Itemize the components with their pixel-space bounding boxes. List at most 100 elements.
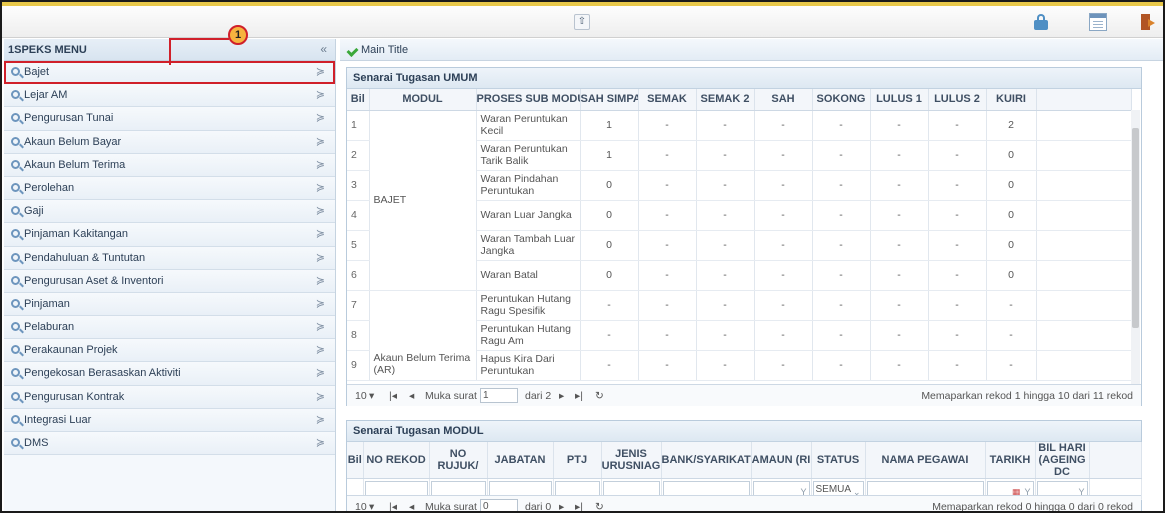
count-cell[interactable]: -	[638, 230, 697, 261]
next-page-icon[interactable]: ▸	[559, 390, 564, 402]
column-header[interactable]: LULUS 2	[928, 89, 987, 111]
count-cell[interactable]: -	[696, 350, 755, 381]
count-cell[interactable]: -	[580, 290, 639, 321]
page-size-select[interactable]: 10	[355, 501, 367, 511]
count-cell[interactable]: -	[870, 320, 929, 351]
count-cell[interactable]: -	[870, 170, 929, 201]
count-cell[interactable]: -	[754, 290, 813, 321]
first-page-icon[interactable]: |◂	[389, 501, 397, 511]
page-size-select[interactable]: 10	[355, 390, 367, 402]
count-cell[interactable]: -	[696, 110, 755, 141]
column-header[interactable]: LULUS 1	[870, 89, 929, 111]
page-number-input[interactable]: 0	[480, 499, 518, 511]
count-cell[interactable]: -	[638, 200, 697, 231]
count-cell[interactable]: -	[580, 350, 639, 381]
count-cell[interactable]: 0	[986, 170, 1037, 201]
chevron-down-icon[interactable]: ≽	[316, 181, 325, 194]
sidebar-item-pinjaman[interactable]: Pinjaman ≽	[4, 292, 335, 317]
prev-page-icon[interactable]: ◂	[409, 501, 414, 511]
count-cell[interactable]: -	[812, 170, 871, 201]
column-header[interactable]: KUIRI	[986, 89, 1037, 111]
count-cell[interactable]: 0	[580, 260, 639, 291]
count-cell[interactable]: -	[580, 320, 639, 351]
column-header[interactable]: MODUL	[369, 89, 477, 111]
count-cell[interactable]: -	[928, 320, 987, 351]
sidebar-item-pengurusan-tunai[interactable]: Pengurusan Tunai ≽	[4, 107, 335, 131]
column-header[interactable]: TARIKH	[985, 442, 1036, 479]
sidebar-item-gaji[interactable]: Gaji ≽	[4, 200, 335, 224]
count-cell[interactable]: 0	[986, 200, 1037, 231]
chevron-down-icon[interactable]: ≽	[316, 88, 325, 101]
chevron-down-icon[interactable]: ≽	[316, 251, 325, 264]
prev-page-icon[interactable]: ◂	[409, 390, 414, 402]
column-header[interactable]: NO RUJUK/	[429, 442, 488, 479]
page-size-dropdown-icon[interactable]: ▾	[369, 390, 374, 402]
sidebar-item-perakaunan-projek[interactable]: Perakaunan Projek ≽	[4, 339, 335, 363]
sidebar-item-lejar-am[interactable]: Lejar AM ≽	[4, 84, 335, 108]
sidebar-collapse-icon[interactable]: «	[320, 42, 327, 56]
chevron-down-icon[interactable]: ≽	[316, 436, 325, 449]
umum-scrollbar[interactable]	[1131, 110, 1140, 384]
column-header[interactable]: SAH	[754, 89, 813, 111]
chevron-down-icon[interactable]: ≽	[316, 366, 325, 379]
count-cell[interactable]: -	[754, 170, 813, 201]
chevron-down-icon[interactable]: ≽	[316, 297, 325, 310]
count-cell[interactable]: -	[754, 350, 813, 381]
count-cell[interactable]: -	[696, 170, 755, 201]
column-header[interactable]: SOKONG	[812, 89, 871, 111]
sidebar-item-pengurusan-kontrak[interactable]: Pengurusan Kontrak ≽	[4, 385, 335, 409]
column-header[interactable]: BIL HARI (AGEING DC	[1035, 442, 1090, 479]
column-header[interactable]: AMAUN (RI	[751, 442, 812, 479]
sidebar-item-akaun-belum-terima[interactable]: Akaun Belum Terima ≽	[4, 153, 335, 177]
count-cell[interactable]: -	[696, 200, 755, 231]
count-cell[interactable]: -	[928, 140, 987, 171]
sidebar-item-pengekosan-berasaskan-aktiviti[interactable]: Pengekosan Berasaskan Aktiviti ≽	[4, 362, 335, 386]
count-cell[interactable]: 1	[580, 140, 639, 171]
count-cell[interactable]: -	[986, 290, 1037, 321]
column-header[interactable]: Bil	[347, 442, 364, 479]
column-header[interactable]: BANK/SYARIKAT	[661, 442, 752, 479]
chevron-down-icon[interactable]: ≽	[316, 390, 325, 403]
refresh-icon[interactable]: ↻	[595, 501, 604, 511]
last-page-icon[interactable]: ▸|	[575, 390, 583, 402]
count-cell[interactable]: -	[928, 170, 987, 201]
column-header[interactable]: PTJ	[553, 442, 602, 479]
column-header[interactable]: SAH SIMPAN	[580, 89, 639, 111]
count-cell[interactable]: -	[638, 110, 697, 141]
calendar-icon[interactable]	[1089, 13, 1107, 31]
column-header[interactable]: PROSES SUB MODU	[476, 89, 581, 111]
count-cell[interactable]: 0	[580, 230, 639, 261]
count-cell[interactable]: -	[870, 350, 929, 381]
count-cell[interactable]: -	[986, 320, 1037, 351]
count-cell[interactable]: -	[696, 260, 755, 291]
sidebar-item-dms[interactable]: DMS ≽	[4, 432, 335, 456]
count-cell[interactable]: -	[870, 200, 929, 231]
count-cell[interactable]: 0	[580, 200, 639, 231]
exit-icon[interactable]	[1139, 13, 1157, 31]
count-cell[interactable]: -	[812, 140, 871, 171]
count-cell[interactable]: -	[696, 230, 755, 261]
collapse-header-button[interactable]: ⇧	[574, 14, 590, 30]
count-cell[interactable]: -	[812, 290, 871, 321]
sidebar-item-akaun-belum-bayar[interactable]: Akaun Belum Bayar ≽	[4, 130, 335, 154]
count-cell[interactable]: -	[638, 140, 697, 171]
chevron-down-icon[interactable]: ≽	[316, 320, 325, 333]
count-cell[interactable]: -	[754, 140, 813, 171]
count-cell[interactable]: -	[986, 350, 1037, 381]
count-cell[interactable]: -	[754, 260, 813, 291]
count-cell[interactable]: -	[812, 320, 871, 351]
count-cell[interactable]: -	[754, 320, 813, 351]
count-cell[interactable]: 2	[986, 110, 1037, 141]
sidebar-item-integrasi-luar[interactable]: Integrasi Luar ≽	[4, 408, 335, 432]
count-cell[interactable]: 0	[986, 140, 1037, 171]
count-cell[interactable]: -	[696, 140, 755, 171]
column-header[interactable]: STATUS	[811, 442, 866, 479]
next-page-icon[interactable]: ▸	[559, 501, 564, 511]
chevron-down-icon[interactable]: ≽	[316, 343, 325, 356]
chevron-down-icon[interactable]: ≽	[316, 135, 325, 148]
count-cell[interactable]: 1	[580, 110, 639, 141]
count-cell[interactable]: -	[696, 320, 755, 351]
table-row[interactable]: 7 Akaun Belum Terima (AR) Peruntukan Hutan…	[347, 290, 1132, 381]
chevron-down-icon[interactable]: ≽	[316, 158, 325, 171]
sidebar-item-pinjaman-kakitangan[interactable]: Pinjaman Kakitangan ≽	[4, 223, 335, 247]
